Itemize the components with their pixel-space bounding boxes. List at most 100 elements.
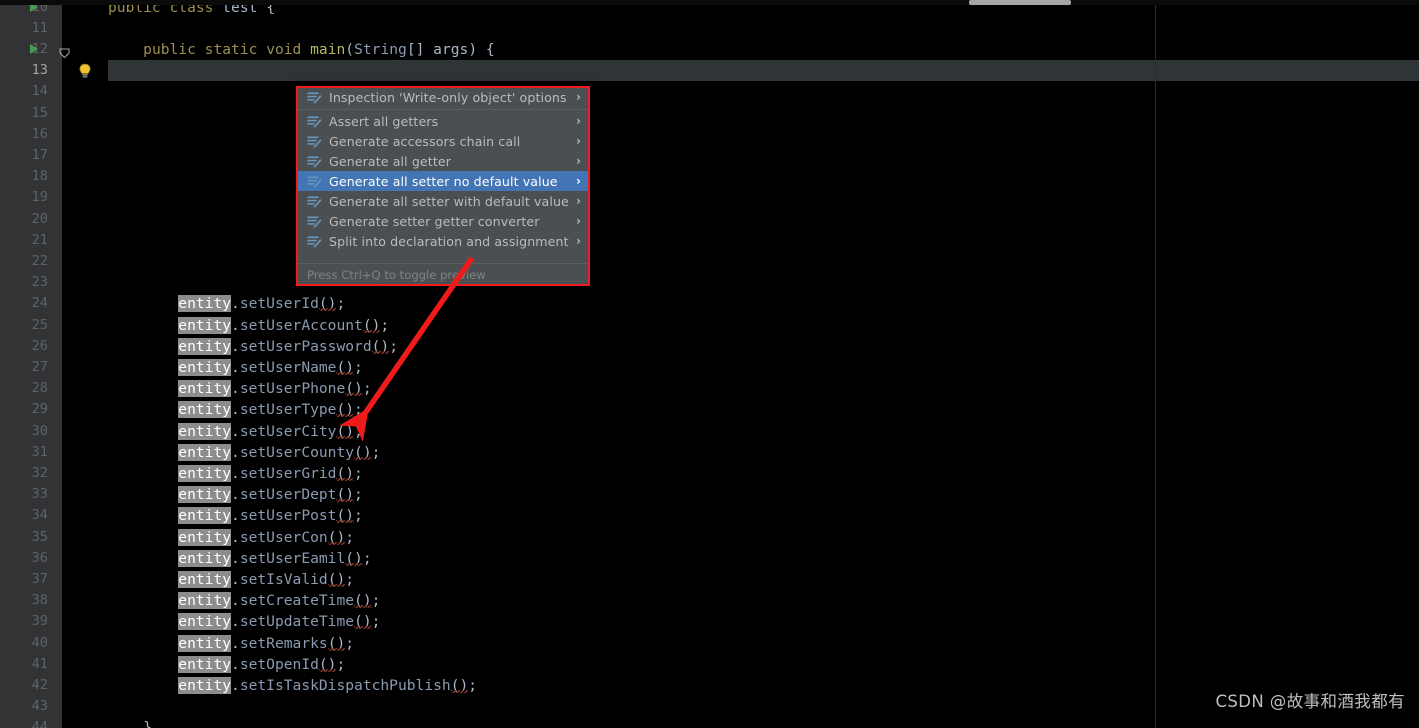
popup-footer-hint: Press Ctrl+Q to toggle preview	[297, 263, 589, 285]
menu-item-generate-setter-getter-converter[interactable]: Generate setter getter converter ›	[297, 211, 589, 231]
unresolved-args-marker: ()	[327, 570, 346, 588]
menu-item-generate-accessors-chain-call[interactable]: Generate accessors chain call ›	[297, 131, 589, 151]
menu-item-label: Generate setter getter converter	[329, 213, 540, 229]
menu-item-label: Generate all getter	[329, 153, 451, 169]
fold-collapse-icon[interactable]	[59, 44, 70, 59]
code-line-text: entity.setIsTaskDispatchPublish();	[178, 676, 478, 694]
identifier-occurrence: entity	[178, 613, 232, 631]
menu-separator	[297, 109, 589, 110]
menu-item-split-into-declaration-and-assignment[interactable]: Split into declaration and assignment ›	[297, 231, 589, 251]
identifier-occurrence: entity	[178, 486, 232, 504]
unresolved-args-marker: ()	[336, 507, 355, 525]
setter-method-name: setUserAccount	[239, 316, 363, 334]
identifier-occurrence: entity	[178, 295, 232, 313]
unresolved-args-marker: ()	[336, 358, 355, 376]
identifier-occurrence: entity	[178, 570, 232, 588]
menu-item-label: Generate all setter no default value	[329, 173, 558, 189]
setter-method-name: setUpdateTime	[239, 613, 355, 631]
code-editor[interactable]: public class test { public static void m…	[0, 0, 1419, 728]
popup-footer-text: Press Ctrl+Q to toggle preview	[307, 267, 486, 282]
identifier-occurrence: entity	[178, 337, 232, 355]
horizontal-scrollbar-top[interactable]	[0, 0, 1419, 5]
unresolved-args-marker: ()	[327, 528, 346, 546]
setter-method-name: setUserName	[239, 358, 337, 376]
menu-item-label: Generate accessors chain call	[329, 133, 521, 149]
identifier-occurrence: entity	[178, 443, 232, 461]
code-line-text: entity.setUserId();	[178, 295, 346, 313]
setter-method-name: setOpenId	[239, 655, 319, 673]
code-line-text: entity.setRemarks();	[178, 634, 355, 652]
unresolved-args-marker: ()	[371, 337, 390, 355]
code-line-text: }	[143, 719, 152, 728]
identifier-occurrence: entity	[178, 380, 232, 398]
intention-bulb-icon	[307, 215, 322, 228]
setter-method-name: setUserCity	[239, 422, 337, 440]
code-line-text: entity.setUserType();	[178, 401, 363, 419]
unresolved-args-marker: ()	[354, 443, 372, 461]
chevron-right-icon: ›	[576, 154, 581, 168]
code-line-text: entity.setUserDept();	[178, 486, 363, 504]
menu-item-label: Split into declaration and assignment	[329, 233, 569, 249]
run-arrow-icon[interactable]	[30, 43, 38, 54]
unresolved-args-marker: ()	[345, 380, 363, 398]
setter-method-name: setUserPassword	[239, 337, 372, 355]
unresolved-args-marker: ()	[318, 295, 337, 313]
unresolved-args-marker: ()	[354, 592, 372, 610]
code-line-text: entity.setUserCounty();	[178, 443, 381, 461]
identifier-occurrence: entity	[178, 634, 232, 652]
intention-bulb-icon	[307, 195, 322, 208]
identifier-occurrence: entity	[178, 422, 232, 440]
intention-bulb-icon	[307, 155, 322, 168]
code-line-text: entity.setUserPassword();	[178, 337, 398, 355]
unresolved-args-marker: ()	[354, 613, 372, 631]
setter-method-name: setUserGrid	[239, 464, 337, 482]
chevron-right-icon: ›	[576, 134, 581, 148]
setter-method-name: setUserPost	[239, 507, 337, 525]
unresolved-args-marker: ()	[345, 549, 363, 567]
setter-method-name: setUserCounty	[239, 443, 355, 461]
gutter-icon-column[interactable]	[0, 0, 110, 728]
menu-item-generate-all-setter-no-default-value[interactable]: Generate all setter no default value ›	[297, 171, 589, 191]
csdn-watermark: CSDN @故事和酒我都有	[1215, 692, 1405, 711]
code-line-text: entity.setUserPhone();	[178, 380, 372, 398]
setter-method-name: setUserType	[239, 401, 337, 419]
menu-item-assert-all-getters[interactable]: Assert all getters ›	[297, 111, 589, 131]
identifier-occurrence: entity	[178, 528, 232, 546]
identifier-occurrence: entity	[178, 401, 232, 419]
code-line-text: entity.setUserCon();	[178, 528, 355, 546]
menu-item-generate-all-setter-with-default-value[interactable]: Generate all setter with default value ›	[297, 191, 589, 211]
editor-vertical-divider	[1155, 0, 1156, 728]
identifier-occurrence: entity	[178, 676, 232, 694]
chevron-right-icon: ›	[576, 114, 581, 128]
unresolved-args-marker: ()	[327, 634, 346, 652]
chevron-right-icon: ›	[576, 194, 581, 208]
unresolved-args-marker: ()	[362, 316, 381, 334]
lightbulb-icon[interactable]	[78, 63, 92, 79]
identifier-occurrence: entity	[178, 655, 232, 673]
setter-method-name: setUserId	[239, 295, 319, 313]
setter-method-name: setIsTaskDispatchPublish	[239, 676, 451, 694]
identifier-occurrence: entity	[178, 507, 232, 525]
code-line-text: entity.setUserEamil();	[178, 549, 372, 567]
code-line-text: entity.setUserPost();	[178, 507, 363, 525]
code-line-text: entity.setIsValid();	[178, 570, 355, 588]
chevron-right-icon: ›	[576, 234, 581, 248]
current-line-highlight	[0, 60, 1419, 82]
identifier-occurrence: entity	[178, 316, 232, 334]
intention-actions-popup[interactable]: Inspection 'Write-only object' options › A…	[296, 86, 590, 286]
code-line-text: entity.setUserName();	[178, 358, 363, 376]
menu-item-generate-all-getter[interactable]: Generate all getter ›	[297, 151, 589, 171]
editor-right-region	[1156, 0, 1419, 728]
code-line-text: entity.setUpdateTime();	[178, 613, 381, 631]
menu-item-label: Generate all setter with default value	[329, 193, 569, 209]
identifier-occurrence: entity	[178, 358, 232, 376]
scrollbar-thumb[interactable]	[969, 0, 1071, 5]
setter-method-name: setUserPhone	[239, 380, 346, 398]
unresolved-args-marker: ()	[336, 464, 355, 482]
unresolved-args-marker: ()	[318, 655, 337, 673]
menu-item-label: Inspection 'Write-only object' options	[329, 89, 567, 105]
code-line-text: entity.setUserCity();	[178, 422, 363, 440]
setter-method-name: setRemarks	[239, 634, 328, 652]
intention-actions-list[interactable]: Inspection 'Write-only object' options › A…	[296, 86, 590, 286]
menu-item-inspection-write-only-object-options[interactable]: Inspection 'Write-only object' options ›	[297, 87, 589, 107]
